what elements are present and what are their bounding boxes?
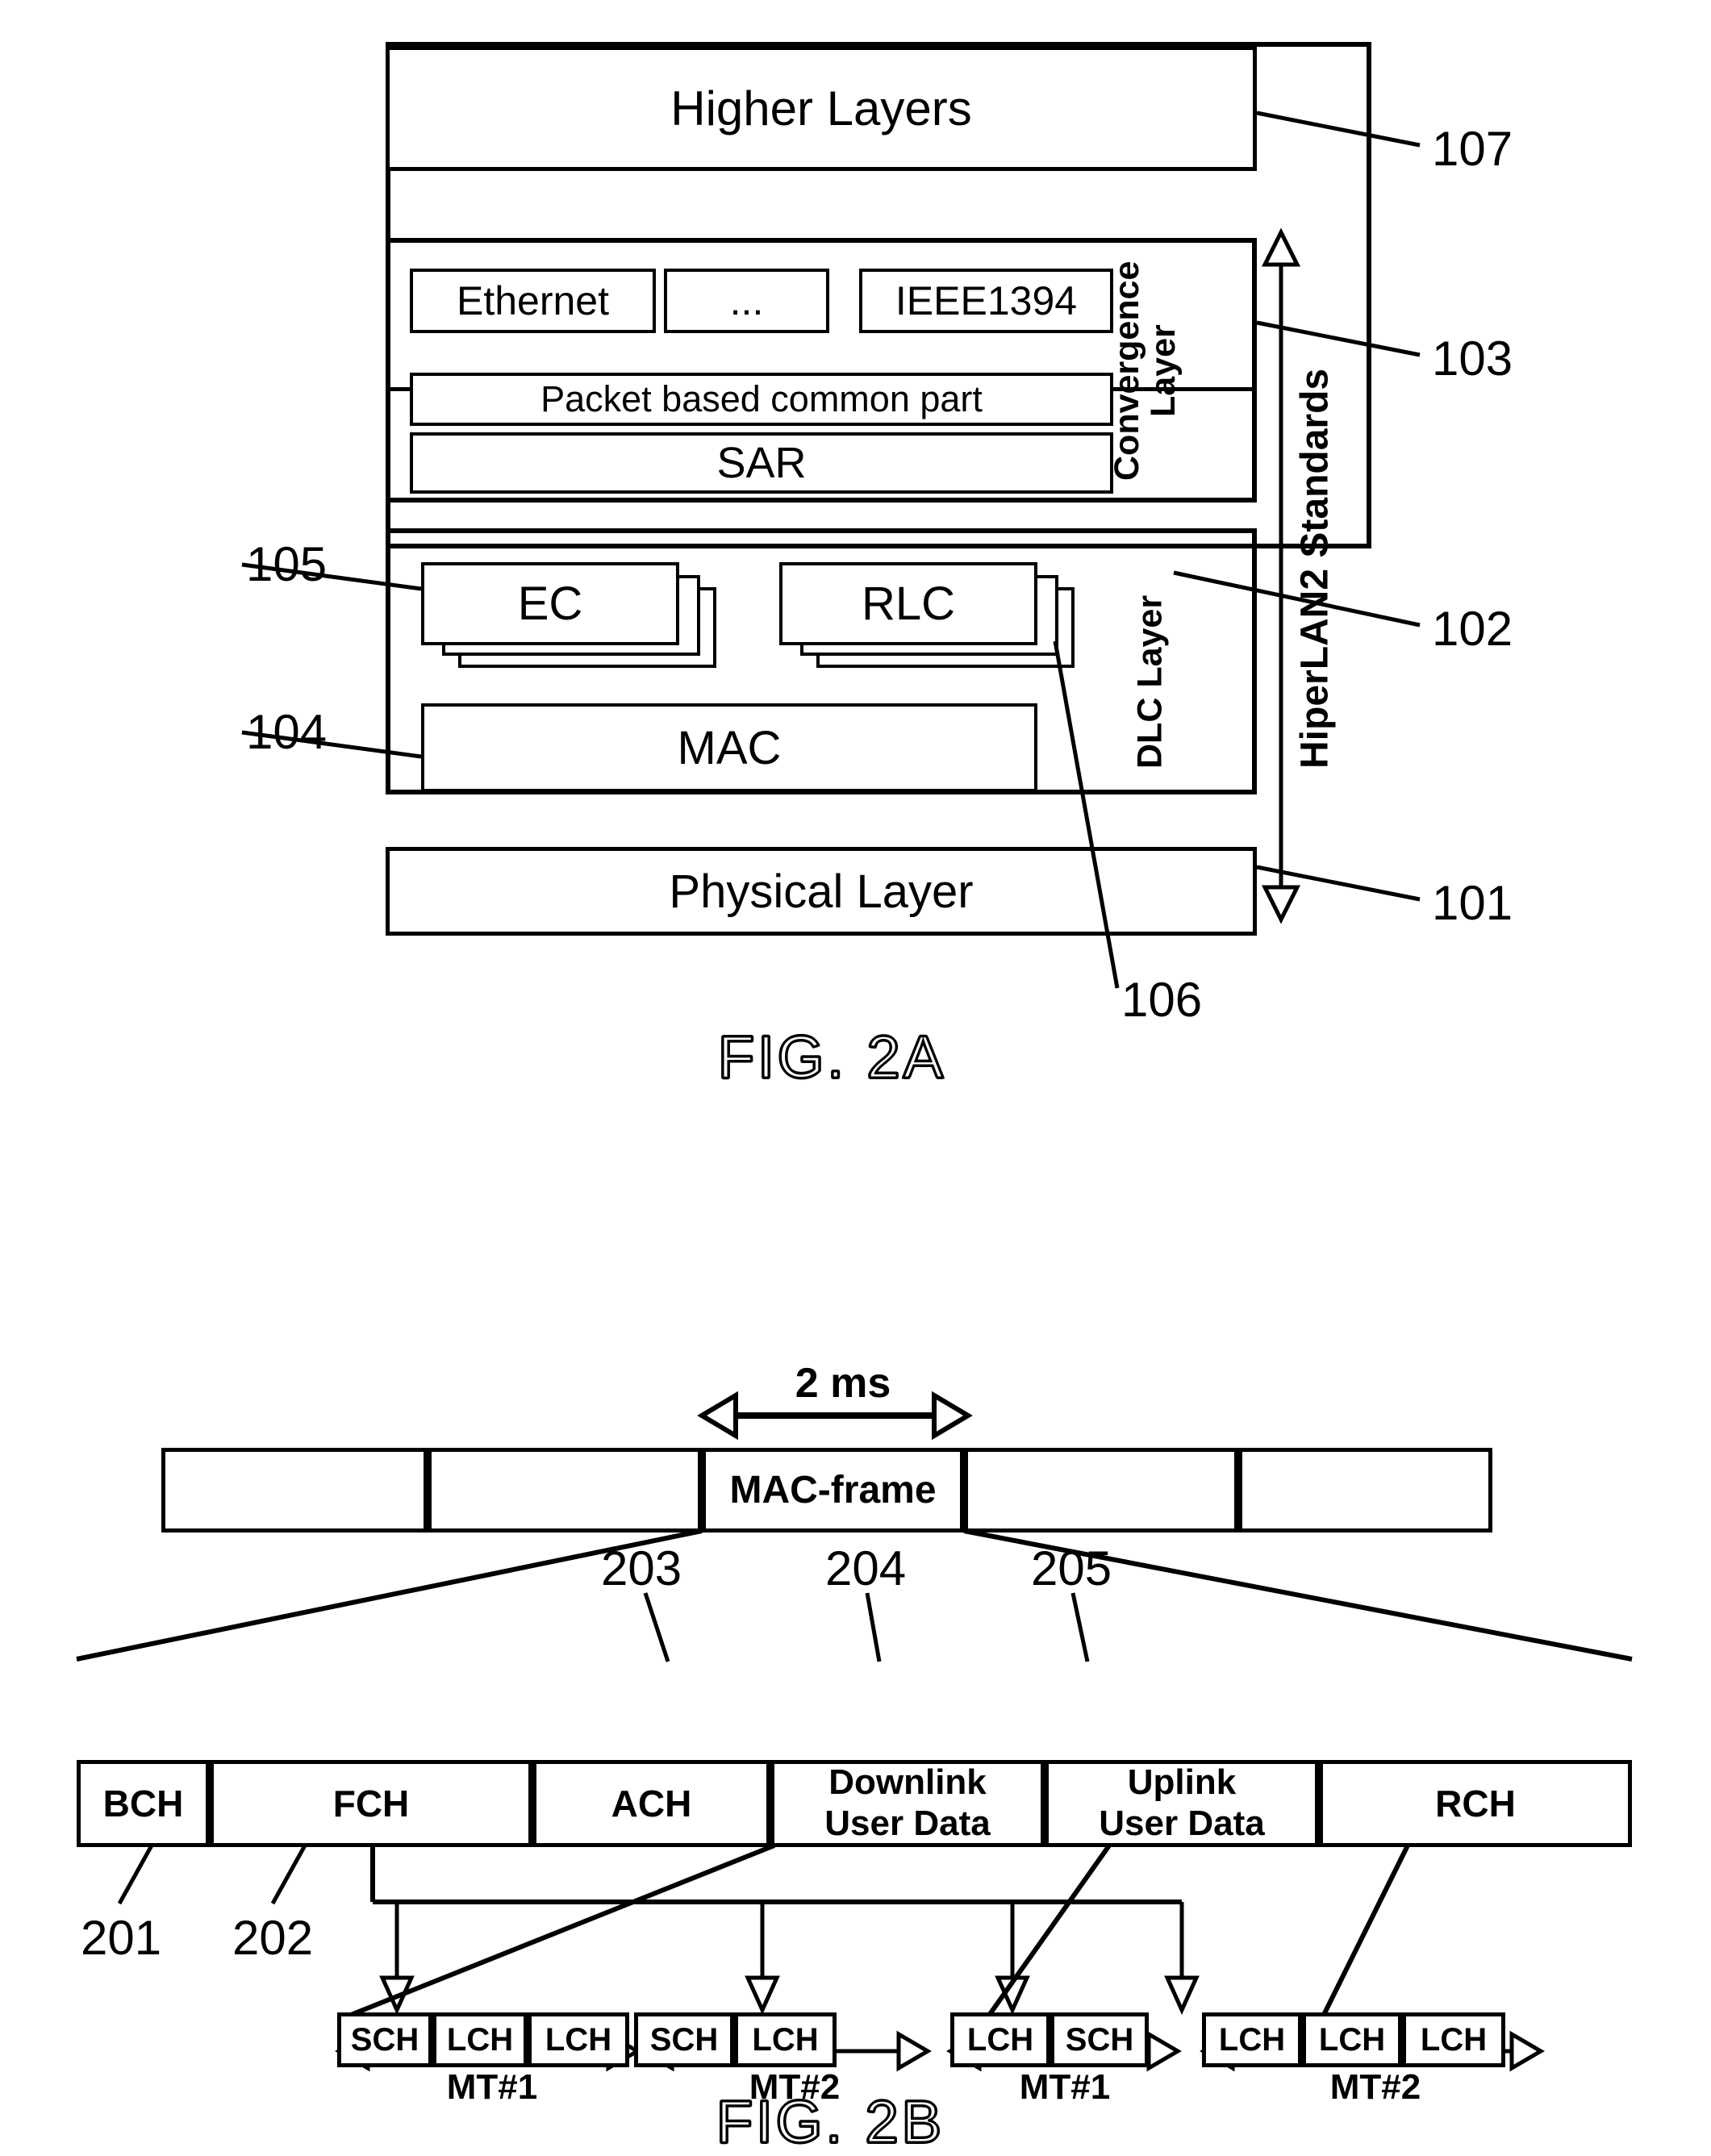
frame-slot-2 [428, 1448, 702, 1533]
ref-205: 205 [1031, 1541, 1112, 1595]
ach-label: ACH [611, 1782, 692, 1824]
frame-slot-1 [161, 1448, 428, 1533]
mt-label-3: MT#1 [1000, 2065, 1129, 2110]
convergence-outer-frame [386, 238, 1257, 503]
rch-label: RCH [1435, 1782, 1516, 1824]
bch-label: BCH [102, 1782, 184, 1824]
channel-box-uplink: Uplink User Data [1045, 1760, 1319, 1847]
ref-204: 204 [825, 1541, 907, 1595]
physical-layer-box: Physical Layer [386, 847, 1257, 936]
frame-slot-mac-frame: MAC-frame [702, 1448, 964, 1533]
channel-box-fch: FCH [210, 1760, 532, 1847]
ref-104: 104 [246, 705, 328, 759]
higher-layers-box: Higher Layers [386, 46, 1257, 171]
channel-box-ach: ACH [532, 1760, 770, 1847]
mac-label: MAC [677, 721, 782, 774]
ec-label: EC [517, 578, 583, 630]
channel-box-downlink: Downlink User Data [770, 1760, 1045, 1847]
subframe-cell: LCH [528, 2012, 629, 2067]
subframe-cell: SCH [634, 2012, 734, 2067]
rlc-box: RLC [779, 562, 1037, 645]
mt-label-4: MT#2 [1311, 2065, 1440, 2110]
frame-slot-5 [1238, 1448, 1492, 1533]
ref-105: 105 [246, 537, 328, 591]
frame-slot-4 [964, 1448, 1238, 1533]
mac-box: MAC [421, 703, 1037, 792]
downlink-label-line2: User Data [824, 1804, 991, 1843]
uplink-label-line1: Uplink [1127, 1762, 1237, 1803]
subframe-cell: LCH [432, 2012, 528, 2067]
ref-203: 203 [601, 1541, 682, 1595]
fig2b-caption: FIG. 2B [716, 2087, 945, 2156]
subframe-cell: LCH [734, 2012, 837, 2067]
ref-101: 101 [1432, 876, 1513, 930]
ref-103: 103 [1432, 332, 1513, 386]
physical-layer-label: Physical Layer [669, 865, 974, 918]
mt-label-1: MT#1 [428, 2065, 557, 2110]
dlc-layer-text: DLC Layer [1130, 594, 1170, 769]
ref-102: 102 [1432, 602, 1513, 656]
higher-layers-label: Higher Layers [670, 81, 972, 136]
subframe-cell: LCH [1302, 2012, 1402, 2067]
mt-label-text: MT#2 [1329, 2067, 1421, 2107]
subframe-cell: LCH [1202, 2012, 1302, 2067]
dlc-layer-vertical-label: DLC Layer [1128, 565, 1173, 799]
uplink-label-line2: User Data [1099, 1804, 1265, 1843]
mt-label-text: MT#1 [1019, 2067, 1111, 2107]
downlink-label-line1: Downlink [828, 1762, 987, 1803]
ref-201: 201 [81, 1911, 162, 1965]
channel-box-rch: RCH [1319, 1760, 1632, 1847]
mac-frame-label: MAC-frame [729, 1468, 937, 1512]
duration-text: 2 ms [795, 1360, 891, 1407]
rlc-label: RLC [861, 578, 956, 630]
channel-box-bch: BCH [77, 1760, 210, 1847]
ec-box: EC [421, 562, 679, 645]
ref-106: 106 [1121, 973, 1203, 1027]
duration-label: 2 ms [770, 1359, 916, 1407]
fig2a-caption: FIG. 2A [717, 1023, 946, 1092]
subframe-cell: SCH [1050, 2012, 1149, 2067]
mt-label-text: MT#1 [446, 2067, 538, 2107]
subframe-cell: SCH [337, 2012, 432, 2067]
subframe-cell: LCH [950, 2012, 1050, 2067]
fch-label: FCH [332, 1782, 410, 1824]
hiperlan2-standards-text: HiperLAN2 Standards [1293, 368, 1337, 769]
hiperlan2-standards-vertical-label: HiperLAN2 Standards [1291, 242, 1339, 895]
ref-202: 202 [232, 1911, 314, 1965]
subframe-cell: LCH [1402, 2012, 1505, 2067]
ref-107: 107 [1432, 122, 1513, 176]
